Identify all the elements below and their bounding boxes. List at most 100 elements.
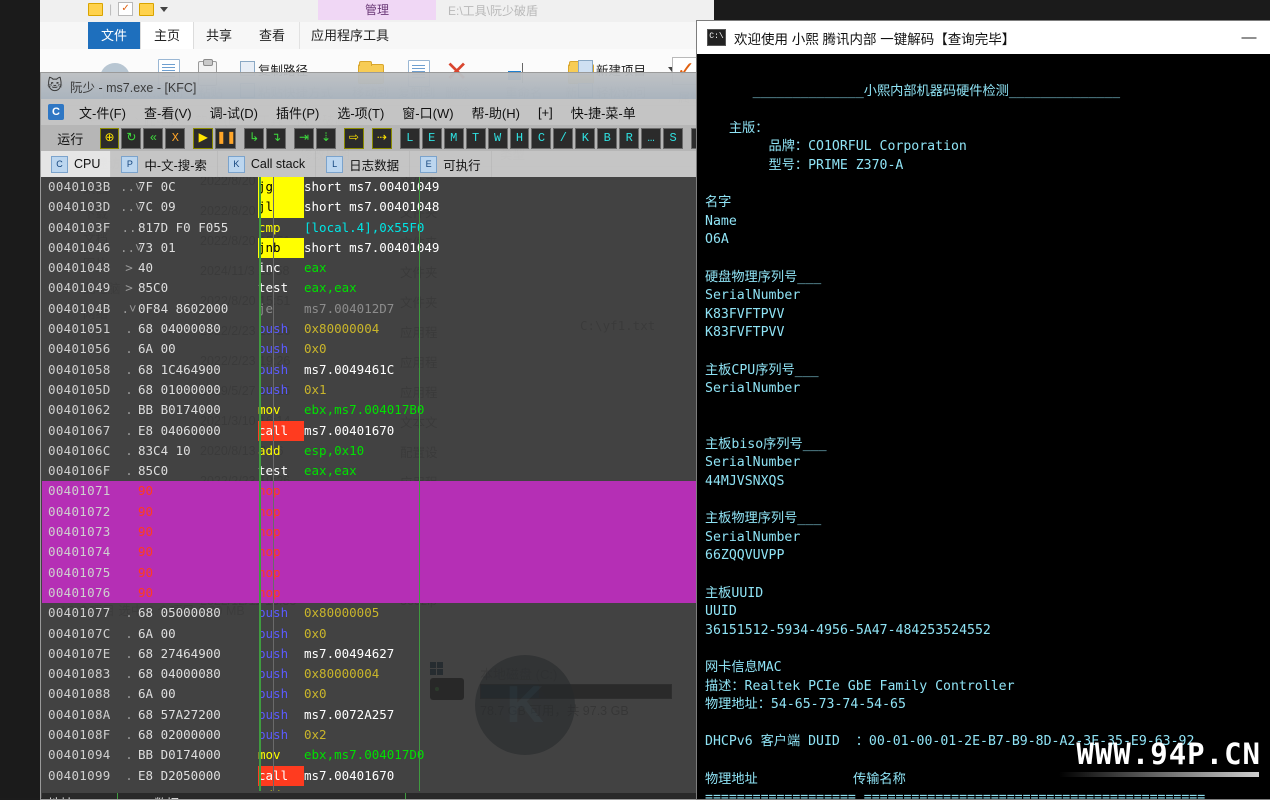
- run-trace-icon[interactable]: …: [641, 127, 662, 149]
- disasm-row[interactable]: 00401088. 6A 00 push0x0: [42, 684, 712, 704]
- pause-icon[interactable]: ❚❚: [215, 127, 236, 149]
- menu-options[interactable]: 选-项(T): [328, 103, 393, 122]
- run-to-selection-icon[interactable]: ⇢: [371, 127, 392, 149]
- disasm-row[interactable]: 0040109E. 83C4 1Caddesp,0x1C: [42, 786, 712, 791]
- disasm-row[interactable]: 0040108A. 68 57A27200 pushms7.0072A257: [42, 705, 712, 725]
- folder-icon-2[interactable]: [139, 2, 155, 16]
- disasm-row[interactable]: 00401077. 68 05000080 push0x80000005: [42, 603, 712, 623]
- executable-modules-icon[interactable]: E: [421, 127, 442, 149]
- checkmark-icon[interactable]: ✓: [118, 2, 134, 16]
- chevron-down-icon[interactable]: [160, 6, 169, 12]
- windows-icon[interactable]: W: [487, 127, 508, 149]
- disassembly-listing[interactable]: 0040103B ..˅7F 0C jg short ms7.00401049 0040…: [42, 177, 712, 791]
- disasm-row[interactable]: 00401046 ..˅73 01 jnb short ms7.00401049: [42, 237, 712, 259]
- disasm-operands: eax,eax: [304, 280, 357, 296]
- disasm-row[interactable]: 0040106C. 83C4 10 add esp,0x10: [42, 441, 712, 461]
- tab-file[interactable]: 文件: [88, 22, 140, 49]
- disasm-address: 0040107E: [48, 645, 111, 661]
- disasm-row[interactable]: 0040107E. 68 27464900 pushms7.00494627: [42, 644, 712, 664]
- disasm-row[interactable]: 00401071 90 nop: [42, 481, 712, 502]
- tab-icon: C: [51, 155, 68, 173]
- disasm-row[interactable]: 00401048 > 40 inc eax: [42, 258, 712, 278]
- disasm-row[interactable]: 00401072 90 nop: [42, 501, 712, 523]
- disasm-row[interactable]: 00401056. 6A 00 push0x0: [42, 339, 712, 359]
- disasm-row[interactable]: 00401076 90 nop: [42, 582, 712, 604]
- debugger-toolbar[interactable]: 运行 ⊕ ↻ « X ▶ ❚❚ ↳ ↴ ⇥ ⇣ ⇨ ⇢ L E M T W H …: [41, 125, 713, 151]
- close-program-icon[interactable]: ↻: [121, 127, 142, 149]
- tab-日志数据[interactable]: L 日志数据: [316, 151, 411, 177]
- management-context-tab[interactable]: 管理: [318, 0, 436, 20]
- disasm-row[interactable]: 0040103F ..817D F0 F055 cmp [local.4],0x55F…: [42, 218, 712, 238]
- trace-over-icon[interactable]: ⇣: [316, 127, 336, 149]
- menu-plugins[interactable]: 插件(P): [267, 103, 328, 122]
- handles-icon[interactable]: H: [509, 127, 530, 149]
- disasm-row[interactable]: 0040106F. 85C0 testeax,eax: [42, 461, 712, 481]
- call-stack-icon[interactable]: K: [575, 127, 596, 149]
- disasm-address: 00401076: [48, 584, 111, 600]
- debugger-title-bar[interactable]: 🐱 阮少 - ms7.exe - [KFC]: [41, 73, 713, 99]
- disasm-row[interactable]: 0040108F. 68 02000000 push0x2: [42, 725, 712, 745]
- tab-view[interactable]: 查看: [246, 22, 298, 49]
- disasm-row[interactable]: 0040104B .˅0F84 8602000 je ms7.004012D7: [42, 299, 712, 319]
- menu-shortcut[interactable]: 快-捷-菜-单: [562, 103, 645, 122]
- menu-help[interactable]: 帮-助(H): [463, 103, 529, 122]
- disasm-row[interactable]: 00401099. E8 D2050000 callms7.00401670: [42, 765, 712, 786]
- trace-into-icon[interactable]: ⇥: [294, 127, 315, 149]
- disasm-mnemonic: nop: [258, 503, 281, 519]
- menu-file[interactable]: 文-件(F): [70, 103, 135, 122]
- disasm-row[interactable]: 00401062. BB B0174000 mov ebx,ms7.004017B0: [42, 400, 712, 420]
- menu-debug[interactable]: 调-试(D): [201, 103, 267, 122]
- cpu-icon[interactable]: C: [531, 127, 552, 149]
- disasm-row[interactable]: 00401075 90 nop: [42, 562, 712, 583]
- disasm-row[interactable]: 0040103B ..˅7F 0C jg short ms7.00401049: [42, 177, 712, 198]
- minimize-button[interactable]: —: [1227, 29, 1270, 46]
- disasm-row[interactable]: 0040105D. 68 01000000 push0x1: [42, 380, 712, 400]
- console-title-bar[interactable]: C:\ 欢迎使用 小熙 腾讯内部 一键解码【查询完毕】 —: [697, 21, 1270, 54]
- console-output[interactable]: ______________小熙内部机器码硬件检测______________ …: [697, 54, 1270, 799]
- log-window-icon[interactable]: L: [399, 127, 420, 149]
- debugger-window[interactable]: 🐱 阮少 - ms7.exe - [KFC] C 文-件(F) 查-看(V) 调…: [40, 72, 714, 800]
- disasm-row[interactable]: 00401049 > 85C0 testeax,eax: [42, 278, 712, 298]
- hex-dump-pane[interactable]: 地址 HEX 数据 ASCII 0049300040 EE A7 75F0 02…: [42, 793, 712, 799]
- quick-access-toolbar[interactable]: | ✓: [88, 2, 169, 16]
- step-into-icon[interactable]: ↳: [244, 127, 265, 149]
- folder-icon[interactable]: [88, 2, 103, 16]
- disasm-row[interactable]: 00401067. E8 04060000 callms7.00401670: [42, 420, 712, 441]
- terminate-icon[interactable]: X: [165, 127, 186, 149]
- disasm-row[interactable]: 00401094. BB D0174000 mov ebx,ms7.004017D0: [42, 745, 712, 765]
- console-window[interactable]: C:\ 欢迎使用 小熙 腾讯内部 一键解码【查询完毕】 — __________…: [696, 20, 1270, 800]
- disasm-row[interactable]: 00401083. 68 04000080 push0x80000004: [42, 664, 712, 684]
- patches-icon[interactable]: /: [553, 127, 574, 149]
- menu-window[interactable]: 窗-口(W): [393, 103, 462, 122]
- site-watermark: WWW.94P.CN: [1076, 737, 1261, 771]
- memory-map-icon[interactable]: M: [443, 127, 464, 149]
- disasm-row[interactable]: 00401073 90 nop: [42, 522, 712, 543]
- source-icon[interactable]: S: [663, 127, 684, 149]
- menu-view[interactable]: 查-看(V): [135, 103, 201, 122]
- disasm-row[interactable]: 0040107C. 6A 00 push0x0: [42, 624, 712, 644]
- tab-中-文-搜-索[interactable]: P 中-文-搜-索: [111, 151, 218, 177]
- threads-icon[interactable]: T: [465, 127, 486, 149]
- disasm-row[interactable]: 00401051. 68 04000080 push0x80000004: [42, 319, 712, 339]
- tab-CPU[interactable]: C CPU: [41, 151, 112, 177]
- disasm-row[interactable]: 00401058. 68 1C464900 pushms7.0049461C: [42, 360, 712, 380]
- tab-home[interactable]: 主页: [140, 22, 194, 49]
- step-over-icon[interactable]: ↴: [266, 127, 287, 149]
- rewind-icon[interactable]: «: [143, 127, 164, 149]
- menu-plus[interactable]: [+]: [529, 105, 562, 120]
- run-icon[interactable]: ▶: [193, 127, 214, 149]
- disasm-address: 0040103B: [48, 179, 111, 194]
- debugger-tab-bar[interactable]: C CPU P 中-文-搜-索 K Call stack L 日志数据 E 可执行: [41, 151, 713, 177]
- disasm-row[interactable]: 00401074 90 nop: [42, 542, 712, 563]
- references-icon[interactable]: R: [619, 127, 640, 149]
- tab-application-tools[interactable]: 应用程序工具: [299, 22, 400, 49]
- breakpoints-icon[interactable]: B: [597, 127, 618, 149]
- tab-Call stack[interactable]: K Call stack: [218, 151, 317, 177]
- execute-till-return-icon[interactable]: ⇨: [343, 127, 364, 149]
- restart-icon[interactable]: ⊕: [99, 127, 120, 149]
- tab-share[interactable]: 共享: [193, 22, 245, 49]
- tab-可执行[interactable]: E 可执行: [410, 151, 492, 177]
- disasm-row[interactable]: 0040103D ..˅7C 09 jl short ms7.00401048: [42, 197, 712, 218]
- console-line: SerialNumber: [705, 381, 801, 397]
- debugger-menu-bar[interactable]: C 文-件(F) 查-看(V) 调-试(D) 插件(P) 选-项(T) 窗-口(…: [41, 99, 713, 125]
